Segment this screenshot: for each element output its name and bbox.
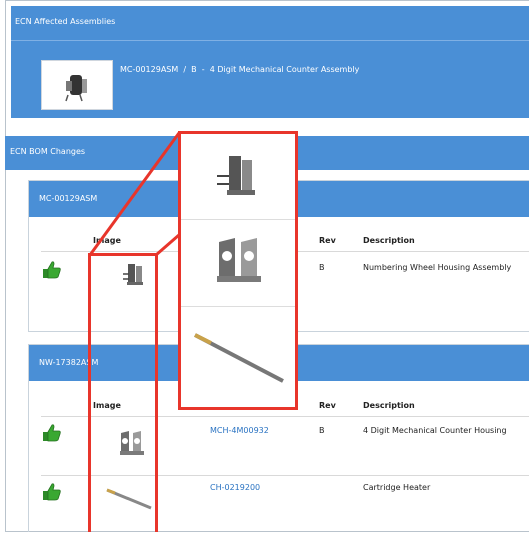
column-header-description: Description	[363, 236, 415, 245]
affected-assembly-thumbnail[interactable]	[41, 60, 113, 110]
row-rev: B	[319, 263, 325, 272]
part-number-link[interactable]: MCH-4M00932	[210, 426, 269, 435]
housing-assembly-image	[217, 156, 255, 195]
zoom-cell-1	[181, 134, 295, 220]
zoom-cell-2	[181, 220, 295, 307]
column-header-rev: Rev	[319, 236, 336, 245]
affected-assembly-text[interactable]: MC-00129ASM / B - 4 Digit Mechanical Cou…	[120, 65, 359, 74]
row-rev: B	[319, 426, 325, 435]
thumbs-up-icon	[42, 260, 62, 282]
affected-part-number: MC-00129ASM	[120, 65, 179, 74]
zoomed-images-callout	[178, 131, 298, 410]
counter-assembly-image	[65, 75, 87, 102]
affected-rev: B	[191, 65, 197, 74]
affected-assemblies-panel: ECN Affected Assemblies MC-00129ASM / B …	[11, 6, 529, 118]
row-description: Numbering Wheel Housing Assembly	[363, 263, 512, 272]
affected-sep2: -	[201, 65, 205, 74]
column-header-image: Image	[93, 236, 121, 245]
affected-description: 4 Digit Mechanical Counter Assembly	[209, 65, 360, 74]
thumbs-up-icon	[42, 482, 62, 504]
row-description: Cartridge Heater	[363, 483, 431, 492]
column-header-rev: Rev	[319, 401, 336, 410]
thumbs-up-icon	[42, 423, 62, 445]
affected-assemblies-title: ECN Affected Assemblies	[15, 17, 116, 26]
bom-changes-title: ECN BOM Changes	[10, 147, 86, 156]
part-number-link[interactable]: CH-0219200	[210, 483, 260, 492]
affected-divider	[11, 40, 529, 41]
zoom-cell-3	[181, 307, 295, 407]
image-column-highlight	[88, 253, 158, 532]
affected-sep1: /	[183, 65, 187, 74]
heater-rod-image	[194, 333, 284, 383]
housing-image	[217, 238, 261, 282]
column-header-description: Description	[363, 401, 415, 410]
bom-group-1-title: MC-00129ASM	[39, 194, 98, 203]
row-description: 4 Digit Mechanical Counter Housing	[363, 426, 507, 435]
